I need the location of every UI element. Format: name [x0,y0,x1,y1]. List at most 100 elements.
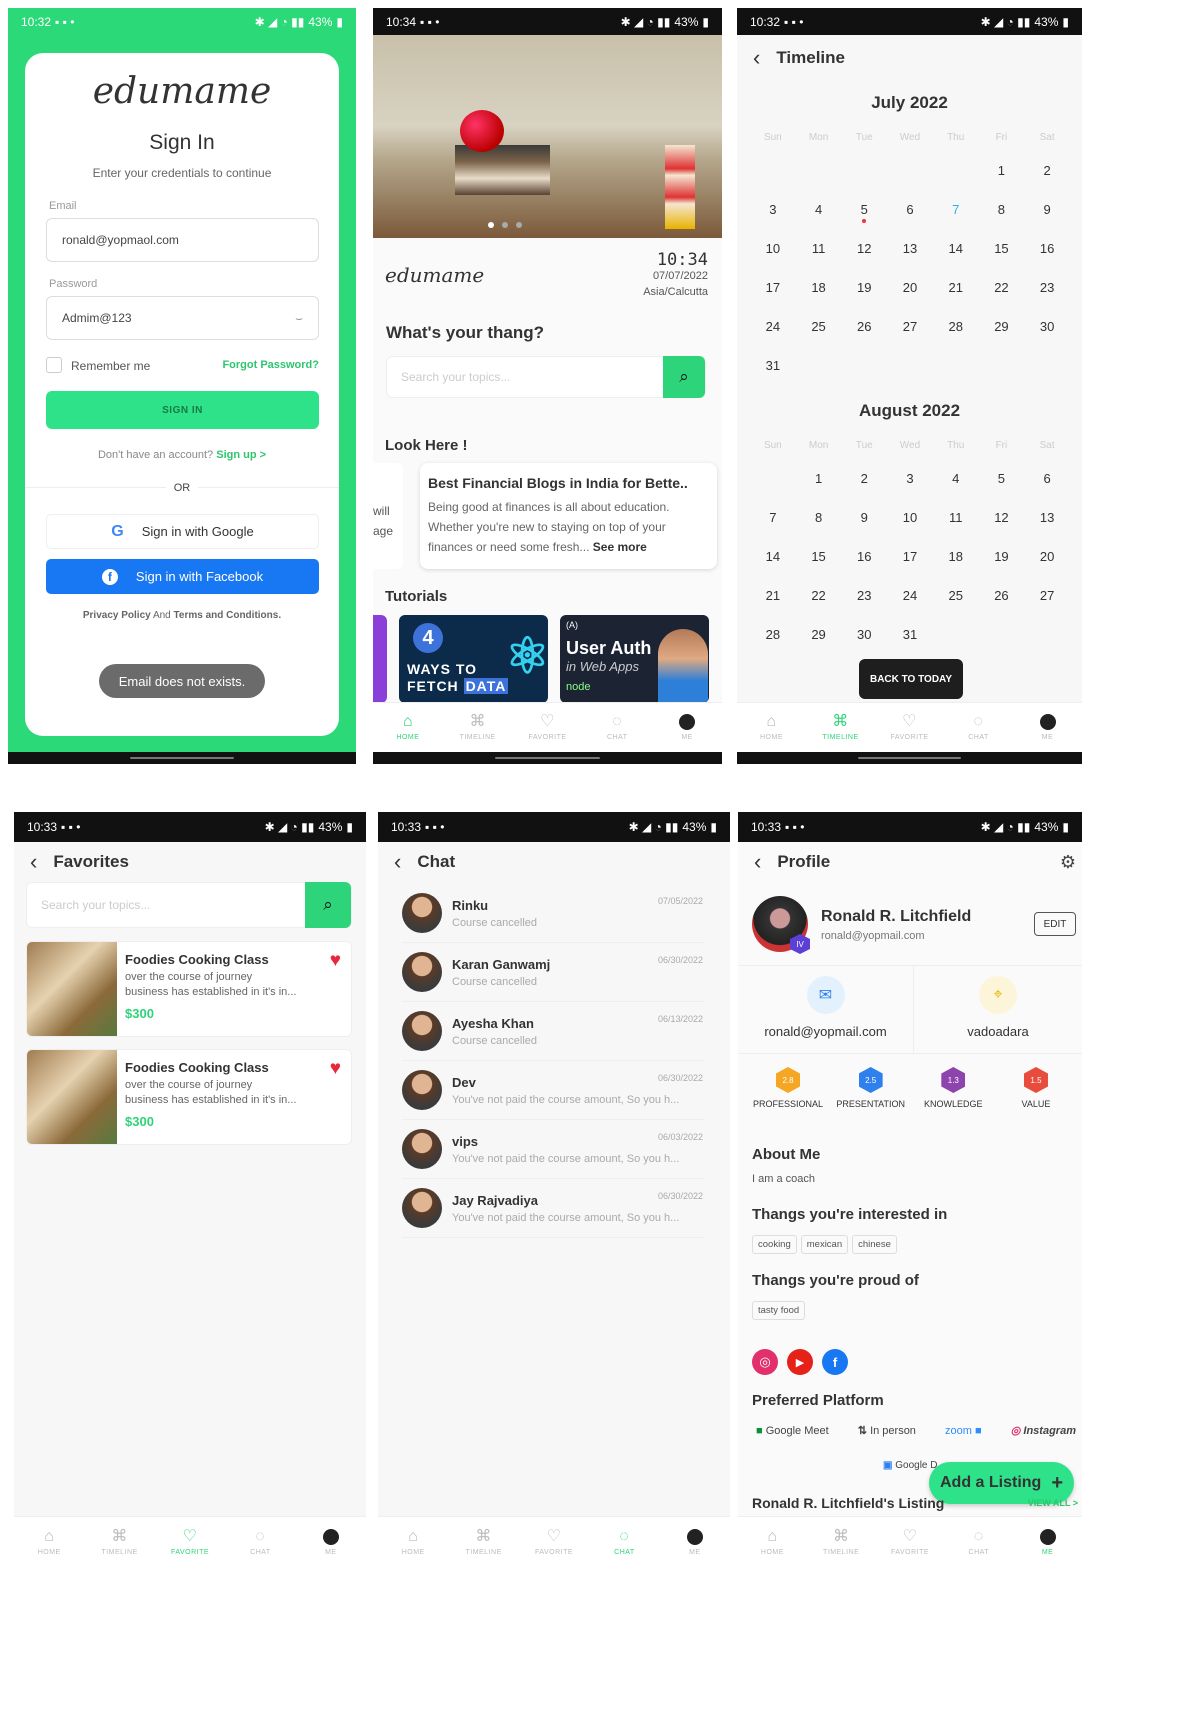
edit-button[interactable]: EDIT [1034,912,1076,936]
calendar-day[interactable]: 29 [796,615,842,654]
heart-filled-icon[interactable]: ♥ [330,1058,341,1080]
calendar-day[interactable]: 12 [841,229,887,268]
calendar-day[interactable]: 5 [979,459,1025,498]
calendar-day[interactable]: 26 [841,307,887,346]
calendar-day[interactable]: 7 [750,498,796,537]
calendar-day[interactable]: 17 [887,537,933,576]
chat-row[interactable]: vips You've not paid the course amount, S… [402,1120,705,1179]
tutorial-card-user-auth[interactable]: (A) User Auth in Web Apps node [560,615,709,703]
calendar-day[interactable]: 27 [1024,576,1070,615]
calendar-day[interactable]: 28 [933,307,979,346]
calendar-day[interactable]: 31 [887,615,933,654]
nav-home[interactable]: ⌂ HOME [738,1517,807,1568]
chat-row[interactable]: Ayesha Khan Course cancelled 06/13/2022 [402,1002,705,1061]
view-all-link[interactable]: VIEW ALL > [1028,1498,1078,1508]
calendar-day[interactable]: 21 [933,268,979,307]
privacy-policy-link[interactable]: Privacy Policy [83,610,151,621]
calendar-day[interactable]: 9 [1024,190,1070,229]
calendar-day[interactable]: 20 [1024,537,1070,576]
nav-timeline[interactable]: ⌘ TIMELINE [443,703,513,752]
calendar-day[interactable]: 4 [796,190,842,229]
hero-banner[interactable] [373,35,722,238]
calendar-day[interactable]: 4 [933,459,979,498]
nav-chat[interactable]: ◌ CHAT [944,1517,1013,1568]
back-arrow-icon[interactable]: ‹ [754,849,761,875]
nav-me[interactable]: ME [1013,703,1082,752]
google-signin-button[interactable]: G Sign in with Google [46,514,319,549]
password-field[interactable]: Admim@123 ⌣ [46,296,319,340]
nav-chat[interactable]: ◌ CHAT [944,703,1013,752]
nav-timeline[interactable]: ⌘ TIMELINE [807,1517,876,1568]
calendar-day[interactable]: 16 [841,537,887,576]
calendar-day[interactable]: 30 [1024,307,1070,346]
calendar-day[interactable]: 23 [841,576,887,615]
calendar-day[interactable]: 6 [1024,459,1070,498]
calendar-day[interactable]: 31 [750,346,796,385]
calendar-day[interactable]: 22 [979,268,1025,307]
search-input[interactable]: Search your topics... [27,898,305,912]
nav-timeline[interactable]: ⌘ TIMELINE [84,1517,154,1568]
calendar-day[interactable]: 26 [979,576,1025,615]
nav-home[interactable]: ⌂ HOME [737,703,806,752]
calendar-day[interactable]: 19 [979,537,1025,576]
calendar-day[interactable]: 2 [841,459,887,498]
chat-row[interactable]: Dev You've not paid the course amount, So… [402,1061,705,1120]
blog-card[interactable]: Best Financial Blogs in India for Bette.… [420,463,717,569]
eye-hidden-icon[interactable]: ⌣ [295,311,303,326]
back-arrow-icon[interactable]: ‹ [394,849,401,875]
sign-in-button[interactable]: SIGN IN [46,391,319,429]
calendar-day[interactable]: 25 [796,307,842,346]
calendar-day[interactable]: 15 [979,229,1025,268]
nav-chat[interactable]: ◌ CHAT [582,703,652,752]
instagram-icon[interactable]: ◎ [752,1349,778,1375]
calendar-day[interactable]: 18 [933,537,979,576]
nav-chat[interactable]: ◌ CHAT [225,1517,295,1568]
calendar-day[interactable]: 14 [750,537,796,576]
calendar-day[interactable]: 9 [841,498,887,537]
calendar-day[interactable]: 14 [933,229,979,268]
see-more-link[interactable]: See more [593,540,647,554]
email-field[interactable]: ronald@yopmaol.com [46,218,319,262]
calendar-day[interactable]: 24 [887,576,933,615]
search-input[interactable]: Search your topics... [387,370,663,384]
calendar-day[interactable]: 8 [979,190,1025,229]
calendar-day-today[interactable]: 7 [933,190,979,229]
facebook-signin-button[interactable]: f Sign in with Facebook [46,559,319,594]
calendar-day[interactable]: 11 [933,498,979,537]
calendar-day[interactable]: 3 [887,459,933,498]
youtube-icon[interactable]: ▶ [787,1349,813,1375]
calendar-day[interactable]: 18 [796,268,842,307]
nav-favorite[interactable]: ♡ FAVORITE [155,1517,225,1568]
chat-row[interactable]: Karan Ganwamj Course cancelled 06/30/2022 [402,943,705,1002]
calendar-day[interactable]: 5 [841,190,887,229]
gear-icon[interactable]: ⚙ [1060,852,1076,873]
carousel-dots[interactable] [488,222,522,228]
chat-row[interactable]: Rinku Course cancelled 07/05/2022 [402,884,705,943]
forgot-password-link[interactable]: Forgot Password? [222,359,319,371]
back-to-today-button[interactable]: BACK TO TODAY [859,659,963,699]
calendar-day[interactable]: 25 [933,576,979,615]
back-arrow-icon[interactable]: ‹ [30,849,37,875]
calendar-day[interactable]: 1 [796,459,842,498]
nav-home[interactable]: ⌂ HOME [14,1517,84,1568]
calendar-day[interactable]: 12 [979,498,1025,537]
favorite-item[interactable]: Foodies Cooking Class over the course of … [26,941,352,1037]
calendar-day[interactable]: 8 [796,498,842,537]
signup-link[interactable]: Sign up > [216,449,266,461]
terms-link[interactable]: Terms and Conditions. [174,610,282,621]
nav-me[interactable]: ME [296,1517,366,1568]
calendar-day[interactable]: 20 [887,268,933,307]
search-icon[interactable]: ⌕ [663,356,705,398]
nav-favorite[interactable]: ♡ FAVORITE [519,1517,589,1568]
calendar-day[interactable]: 27 [887,307,933,346]
prev-tutorial-peek[interactable] [373,615,387,703]
calendar-day[interactable]: 13 [887,229,933,268]
calendar-day[interactable]: 10 [887,498,933,537]
favorites-search[interactable]: Search your topics... ⌕ [26,882,352,928]
nav-me[interactable]: ME [1013,1517,1082,1568]
nav-home[interactable]: ⌂ HOME [378,1517,448,1568]
calendar-day[interactable]: 13 [1024,498,1070,537]
calendar-day[interactable]: 17 [750,268,796,307]
nav-favorite[interactable]: ♡ FAVORITE [876,1517,945,1568]
prev-card-peek[interactable]: will age [373,463,403,569]
